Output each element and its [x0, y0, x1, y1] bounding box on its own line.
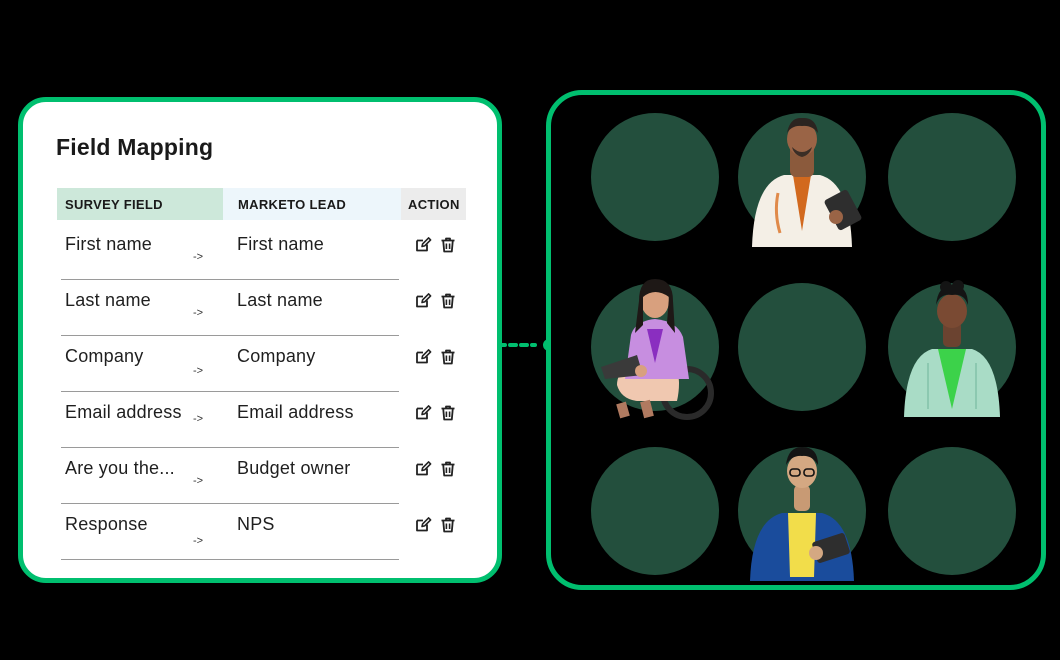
mapping-arrow: ->	[193, 475, 204, 487]
edit-icon[interactable]	[414, 460, 432, 478]
empty-avatar-circle	[888, 447, 1016, 575]
person-man-tablet	[738, 113, 866, 247]
table-row: Company -> Company	[61, 336, 455, 392]
trash-icon[interactable]	[439, 516, 457, 534]
empty-avatar-circle	[591, 113, 719, 241]
column-header-action: ACTION	[401, 188, 466, 220]
audience-panel	[546, 90, 1046, 590]
table-row: First name -> First name	[61, 224, 455, 280]
trash-icon[interactable]	[439, 236, 457, 254]
survey-field-cell: Email address	[65, 402, 182, 422]
row-actions	[414, 404, 464, 424]
table-row: Last name -> Last name	[61, 280, 455, 336]
avatar	[591, 279, 719, 420]
person-woman-mint-jacket	[888, 280, 1016, 417]
marketo-lead-cell: Last name	[237, 290, 323, 310]
avatar	[738, 113, 866, 247]
table-row: Response -> NPS	[61, 504, 455, 560]
trash-icon[interactable]	[439, 404, 457, 422]
edit-icon[interactable]	[414, 236, 432, 254]
edit-icon[interactable]	[414, 292, 432, 310]
survey-field-cell: Response	[65, 514, 148, 534]
mapping-arrow: ->	[193, 307, 204, 319]
row-divider	[61, 559, 399, 560]
marketo-lead-cell: First name	[237, 234, 325, 254]
row-actions	[414, 348, 464, 368]
mapping-arrow: ->	[193, 413, 204, 425]
person-woman-laptop-wheelchair	[591, 279, 719, 420]
field-mapping-card: Field Mapping SURVEY FIELD MARKETO LEAD …	[18, 97, 502, 583]
marketo-lead-cell: NPS	[237, 514, 275, 534]
trash-icon[interactable]	[439, 292, 457, 310]
person-man-yellow-tablet	[738, 447, 866, 581]
mapping-arrow: ->	[193, 365, 204, 377]
survey-field-cell: First name	[65, 234, 153, 254]
avatar	[738, 447, 866, 581]
illustration-stage: Field Mapping SURVEY FIELD MARKETO LEAD …	[0, 0, 1060, 660]
marketo-lead-cell: Email address	[237, 402, 354, 422]
empty-avatar-circle	[888, 113, 1016, 241]
avatar	[888, 280, 1016, 417]
edit-icon[interactable]	[414, 404, 432, 422]
row-actions	[414, 516, 464, 536]
edit-icon[interactable]	[414, 348, 432, 366]
column-header-survey-field: SURVEY FIELD	[57, 188, 223, 220]
marketo-lead-cell: Company	[237, 346, 316, 366]
row-actions	[414, 292, 464, 312]
empty-avatar-circle	[591, 447, 719, 575]
survey-field-cell: Are you the...	[65, 458, 175, 478]
trash-icon[interactable]	[439, 348, 457, 366]
survey-field-cell: Last name	[65, 290, 151, 310]
survey-field-cell: Company	[65, 346, 144, 366]
trash-icon[interactable]	[439, 460, 457, 478]
table-row: Are you the... -> Budget owner	[61, 448, 455, 504]
mapping-arrow: ->	[193, 251, 204, 263]
column-header-marketo-lead: MARKETO LEAD	[223, 188, 401, 220]
mapping-arrow: ->	[193, 535, 204, 547]
table-row: Email address -> Email address	[61, 392, 455, 448]
marketo-lead-cell: Budget owner	[237, 458, 351, 478]
card-title: Field Mapping	[56, 134, 214, 160]
row-actions	[414, 460, 464, 480]
empty-avatar-circle	[738, 283, 866, 411]
edit-icon[interactable]	[414, 516, 432, 534]
row-actions	[414, 236, 464, 256]
